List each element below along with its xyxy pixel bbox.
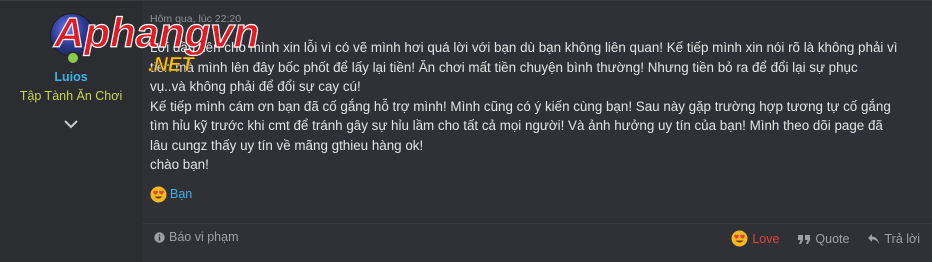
- reply-button[interactable]: Trả lời: [867, 232, 920, 246]
- quote-button[interactable]: Quote: [797, 232, 849, 246]
- post-line: chào bạn!: [150, 157, 209, 172]
- reply-label: Trả lời: [884, 231, 920, 246]
- post-line: vụ..và không phải để đổi sự cay cú!: [150, 79, 361, 94]
- post-actions: Love Quote Trả lời: [731, 230, 920, 247]
- post-line: tìm hỉu kỹ trước khi cmt để tránh gây sự…: [150, 118, 883, 133]
- footer-divider: [143, 223, 932, 224]
- reply-icon: [868, 233, 880, 244]
- quote-icon: [798, 234, 811, 244]
- user-title: Tập Tành Ăn Chơi: [19, 89, 123, 103]
- chevron-down-icon[interactable]: [62, 117, 80, 131]
- love-button[interactable]: Love: [731, 230, 779, 247]
- info-icon: [154, 231, 165, 243]
- post-line: lâu cungz thấy uy tín về mãng gthieu hàn…: [150, 137, 424, 153]
- heart-eyes-emoji-icon: [150, 186, 167, 202]
- report-label: Báo vi phạm: [169, 230, 239, 244]
- watermark-suffix-text: .NET: [148, 54, 195, 75]
- post-line: Kế tiếp mình cám ơn bạn đã cố gắng hỗ tr…: [150, 98, 891, 114]
- reaction-summary[interactable]: Bạn: [150, 185, 192, 203]
- love-label: Love: [752, 231, 780, 246]
- site-watermark-logo: Aphangvn .NET: [52, 8, 260, 75]
- forum-post: Luios Tập Tành Ăn Chơi Hôm qua, lúc 22:2…: [0, 0, 932, 262]
- quote-label: Quote: [815, 231, 850, 246]
- report-button[interactable]: Báo vi phạm: [154, 230, 238, 244]
- reaction-users-label[interactable]: Bạn: [170, 187, 192, 201]
- watermark-brand-text: Aphangvn: [53, 9, 259, 56]
- heart-eyes-emoji-icon: [731, 230, 748, 247]
